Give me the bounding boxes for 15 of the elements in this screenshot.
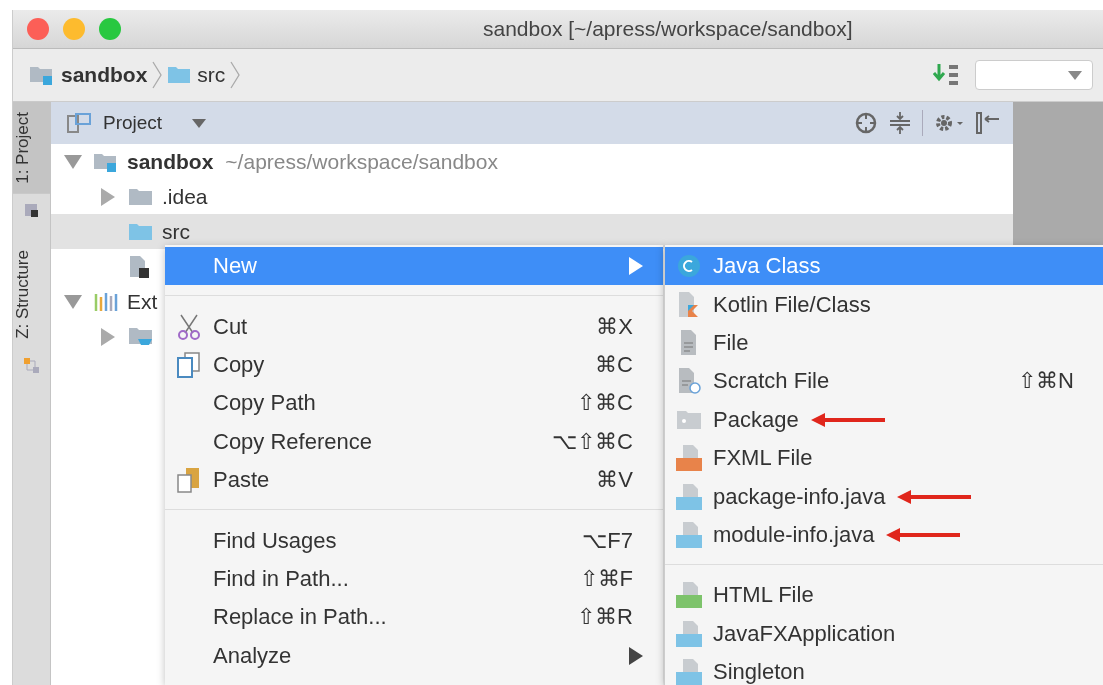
tree-item-path: ~/apress/workspace/sandbox	[225, 149, 498, 174]
shortcut-label: ⌘X	[596, 313, 633, 340]
shortcut-label: ⌘C	[595, 351, 633, 378]
shortcut-label: ⌥F7	[582, 527, 633, 554]
shortcut-label: ⌘V	[596, 467, 633, 494]
tree-item-label: Ext	[127, 289, 158, 314]
shortcut-label: ⇧⌘C	[577, 390, 633, 417]
tree-item-label: .idea	[162, 184, 208, 209]
tree-item-label: src	[162, 219, 190, 244]
shortcut-label: ⇧⌘N	[1018, 368, 1074, 395]
shortcut-label: ⇧⌘F	[579, 565, 633, 592]
shortcut-label: ⇧⌘R	[577, 604, 633, 631]
window-title: sandbox [~/apress/workspace/sandbox]	[483, 17, 853, 41]
tree-item-label: sandbox	[127, 149, 214, 174]
shortcut-label: ⌥⇧⌘C	[552, 428, 633, 455]
